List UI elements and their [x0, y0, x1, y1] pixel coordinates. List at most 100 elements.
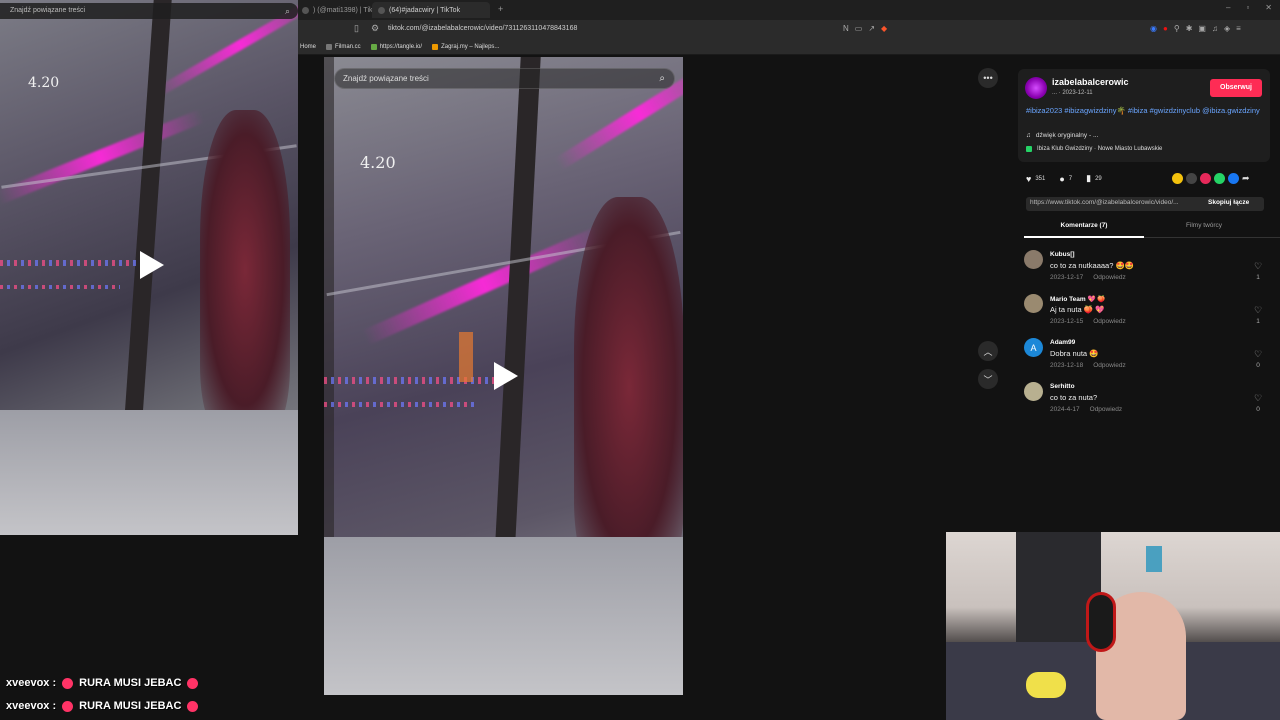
- video-overlay-text: 4.20: [28, 75, 60, 91]
- facebook-icon[interactable]: [1228, 173, 1239, 184]
- more-share-icon[interactable]: ➦: [1242, 173, 1250, 184]
- location-info[interactable]: Ibiza Klub Gwizdziny · Nowe Miasto Lubaw…: [1026, 146, 1162, 152]
- next-video-button[interactable]: ﹀: [978, 369, 998, 389]
- author-username[interactable]: izabelabalcerowic: [1052, 77, 1129, 87]
- search-icon[interactable]: ⌕: [285, 3, 290, 19]
- author-avatar[interactable]: [1025, 77, 1047, 99]
- comment-like-count: 1: [1256, 274, 1260, 281]
- more-options-button[interactable]: •••: [978, 68, 998, 88]
- reply-button[interactable]: Odpowiedz: [1090, 406, 1123, 413]
- reply-button[interactable]: Odpowiedz: [1093, 318, 1126, 325]
- led-strip: [0, 260, 140, 266]
- comment-date: 2023-12-17: [1050, 274, 1084, 281]
- comment-avatar[interactable]: A: [1024, 338, 1043, 357]
- share-options: ➦: [1172, 173, 1250, 184]
- embed-icon[interactable]: [1186, 173, 1197, 184]
- heart-outline-icon[interactable]: ♡: [1253, 261, 1263, 272]
- sound-info[interactable]: ♫ dźwięk oryginalny - ...: [1026, 132, 1098, 139]
- bookmark-zagraj[interactable]: Zagraj.my – Najleps...: [432, 44, 499, 50]
- share-icon[interactable]: ↗: [868, 24, 875, 33]
- comment-author[interactable]: Serhitto: [1050, 383, 1075, 390]
- comment-author[interactable]: Adam99: [1050, 339, 1075, 346]
- send-icon[interactable]: [1200, 173, 1211, 184]
- floor: [0, 410, 298, 535]
- whatsapp-icon[interactable]: [1214, 173, 1225, 184]
- like-button[interactable]: ♥ 351: [1026, 174, 1045, 184]
- browser-tab-active[interactable]: (64)#jadacwiry | TikTok: [372, 2, 490, 18]
- filman-icon: [326, 44, 333, 50]
- copy-link-button[interactable]: Skopiuj łącze: [1208, 199, 1249, 206]
- comment-date: 2024-4-17: [1050, 406, 1080, 413]
- wall-picture: [1146, 546, 1162, 572]
- left-video-frame[interactable]: 4.20: [0, 0, 298, 535]
- play-icon[interactable]: [494, 362, 518, 390]
- comment-avatar[interactable]: [1024, 250, 1043, 269]
- menu-icon[interactable]: ≡: [1236, 24, 1241, 33]
- comment-button[interactable]: ● 7: [1059, 174, 1072, 184]
- url-field[interactable]: tiktok.com/@izabelabalcerowic/video/7311…: [388, 25, 577, 32]
- music-note-icon: ♫: [1026, 132, 1031, 139]
- reply-button[interactable]: Odpowiedz: [1093, 274, 1126, 281]
- tab-comments[interactable]: Komentarze (7): [1024, 222, 1144, 229]
- search-icon[interactable]: ⌕: [659, 69, 665, 89]
- heart-icon: ♥: [1026, 173, 1032, 184]
- heart-outline-icon[interactable]: ♡: [1253, 349, 1263, 360]
- search-input[interactable]: Znajdź powiązane treści ⌕: [0, 3, 298, 19]
- bookmark-home[interactable]: Home: [300, 44, 316, 50]
- previous-video-button[interactable]: ︿: [978, 341, 998, 361]
- comment-avatar[interactable]: [1024, 382, 1043, 401]
- extension-icons: ◉ ● ⚲ ✱ ▣ ♫ ◈ ≡: [1150, 24, 1241, 33]
- close-icon[interactable]: ✕: [1265, 3, 1272, 12]
- reply-button[interactable]: Odpowiedz: [1093, 362, 1126, 369]
- minimize-icon[interactable]: –: [1226, 3, 1230, 12]
- comment-text: Dobra nuta 🤩: [1050, 349, 1099, 358]
- address-icons: ▯ ⚙: [354, 23, 379, 34]
- comment-avatar[interactable]: [1024, 294, 1043, 313]
- sidebar-icon[interactable]: ▣: [1198, 24, 1206, 33]
- music-icon[interactable]: ♫: [1212, 24, 1218, 33]
- play-icon[interactable]: [140, 251, 164, 279]
- post-hashtags[interactable]: #ibiza2023 #ibizagwizdziny🌴 #ibiza #gwiz…: [1026, 106, 1266, 117]
- comment-text: co to za nutkaaaa? 🤩🤩: [1050, 261, 1135, 270]
- bookmarks-bar: Home Filman.cc https://tangle.io/ Zagraj…: [298, 40, 1280, 55]
- brave-shield-icon[interactable]: ◆: [881, 24, 887, 33]
- orange-light: [459, 332, 473, 382]
- comment-author[interactable]: Kubus[]: [1050, 251, 1075, 258]
- new-tab-button[interactable]: +: [498, 4, 503, 14]
- search-input[interactable]: Znajdź powiązane treści ⌕: [334, 68, 675, 89]
- main-video-frame[interactable]: 4.20: [324, 57, 683, 695]
- save-button[interactable]: ▮ 29: [1086, 173, 1102, 184]
- extension-icon[interactable]: ⚲: [1174, 24, 1180, 33]
- chat-username: xveevox :: [6, 677, 57, 689]
- comment-author[interactable]: Mario Team 💖 🍑: [1050, 295, 1105, 303]
- active-tab-indicator: [1024, 236, 1144, 238]
- bookmark-filman[interactable]: Filman.cc: [326, 44, 361, 50]
- chat-message: xveevox : RURA MUSI JEBAC: [6, 700, 199, 712]
- follow-button[interactable]: Obserwuj: [1210, 79, 1262, 97]
- bookmark-icon[interactable]: ▯: [354, 23, 359, 34]
- video-link[interactable]: https://www.tiktok.com/@izabelabalcerowi…: [1030, 199, 1202, 206]
- heart-outline-icon[interactable]: ♡: [1253, 305, 1263, 316]
- address-right-icons: N ▭ ↗ ◆: [843, 24, 887, 33]
- extension-icon[interactable]: ●: [1163, 24, 1168, 33]
- comment-date: 2023-12-15: [1050, 318, 1084, 325]
- site-info-icon[interactable]: ⚙: [371, 23, 379, 34]
- screen-icon[interactable]: ▭: [855, 24, 863, 33]
- heart-emote-icon: [62, 677, 74, 689]
- tab-creator-videos[interactable]: Filmy twórcy: [1144, 222, 1264, 229]
- translate-icon[interactable]: N: [843, 24, 849, 33]
- tangle-icon: [370, 44, 377, 50]
- heart-outline-icon[interactable]: ♡: [1253, 393, 1263, 404]
- comment-meta: 2023-12-18 Odpowiedz: [1050, 362, 1126, 369]
- comment-date: 2023-12-18: [1050, 362, 1084, 369]
- comment-meta: 2023-12-17 Odpowiedz: [1050, 274, 1126, 281]
- comment-icon: ●: [1059, 173, 1065, 184]
- comment-meta: 2023-12-15 Odpowiedz: [1050, 318, 1126, 325]
- wallet-icon[interactable]: ◈: [1224, 24, 1230, 33]
- puzzle-icon[interactable]: ✱: [1186, 24, 1193, 33]
- share-friends-icon[interactable]: [1172, 173, 1183, 184]
- led-strip: [0, 285, 120, 289]
- extension-icon[interactable]: ◉: [1150, 24, 1157, 33]
- restore-icon[interactable]: ▫: [1246, 3, 1249, 12]
- bookmark-tangle[interactable]: https://tangle.io/: [370, 44, 422, 50]
